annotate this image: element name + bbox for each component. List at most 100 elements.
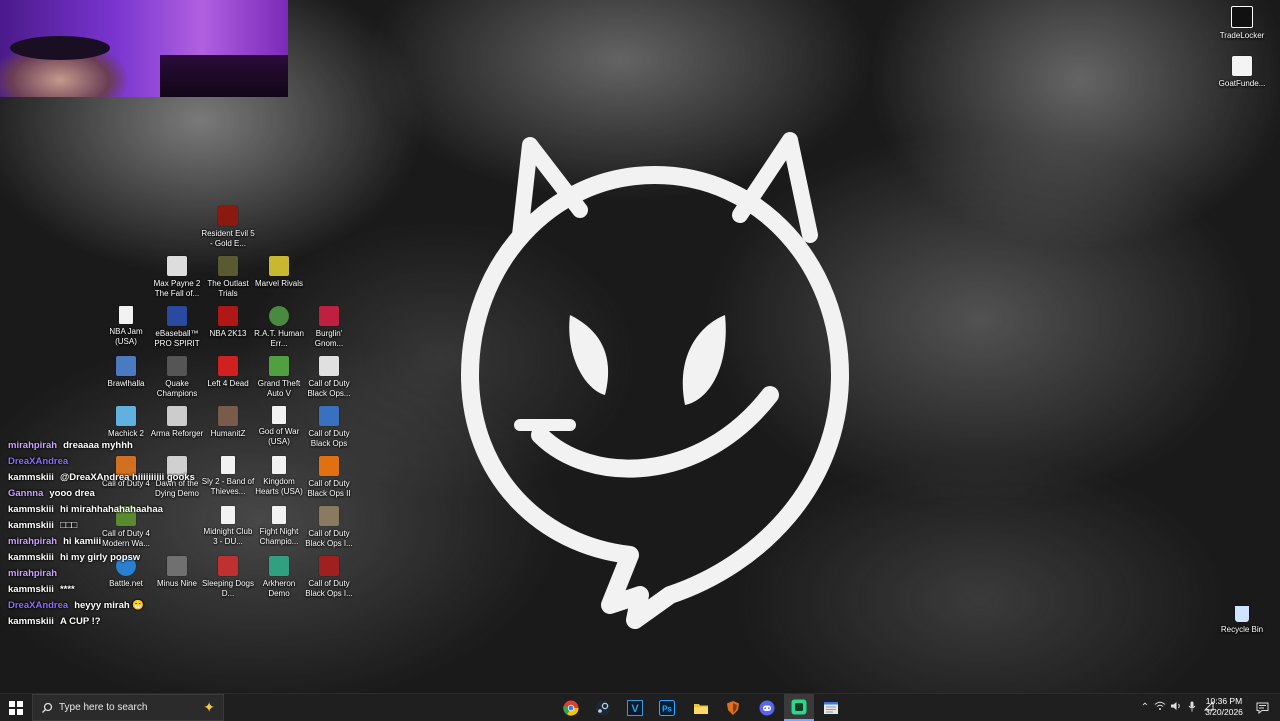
desktop-icon[interactable]: God of War (USA) (252, 406, 306, 447)
desktop-icon[interactable]: Grand Theft Auto V (252, 356, 306, 399)
desktop-icon[interactable]: Call of Duty Black Ops I... (302, 506, 356, 549)
desktop-icon-label: Call of Duty Black Ops I... (305, 579, 353, 598)
clock-time: 10:36 PM (1205, 696, 1243, 706)
webcam-hair (10, 36, 110, 60)
chat-username: mirahpirah (8, 568, 58, 579)
game-icon (167, 356, 187, 376)
photoshop-icon: Ps (659, 699, 675, 716)
desktop-icon[interactable]: Arma Reforger (150, 406, 204, 439)
wifi-icon[interactable] (1152, 701, 1168, 714)
recycle-bin-icon (1235, 606, 1249, 622)
chat-message: mirahpirah (8, 566, 248, 582)
desktop-icon-label: Max Payne 2 The Fall of... (153, 279, 201, 298)
desktop-icon[interactable]: Left 4 Dead (201, 356, 255, 389)
desktop-icon[interactable]: R.A.T. Human Err... (252, 306, 306, 349)
desktop-icon[interactable]: Arkheron Demo (252, 556, 306, 599)
desktop-icon[interactable]: Marvel Rivals (252, 256, 306, 289)
chat-text: A CUP !? (59, 616, 101, 627)
game-icon (167, 406, 187, 426)
chat-text: **** (59, 584, 75, 595)
taskbar-v-app[interactable]: V (620, 694, 650, 721)
desktop-icon[interactable]: Call of Duty Black Ops II (302, 456, 356, 499)
taskbar-steam[interactable] (588, 694, 618, 721)
taskbar-notepad[interactable] (816, 694, 846, 721)
desktop-icon[interactable]: Brawlhalla (99, 356, 153, 389)
game-icon (167, 256, 187, 276)
start-button[interactable] (0, 694, 32, 721)
taskbar-clock[interactable]: 10:36 PM 3/20/2026 (1196, 696, 1252, 718)
taskbar-streaming-app[interactable] (784, 694, 814, 721)
desktop-icon-label: Arma Reforger (150, 429, 204, 438)
discord-icon (759, 700, 775, 715)
game-icon (218, 206, 238, 226)
taskbar-shield-app[interactable] (718, 694, 748, 721)
desktop-icon-label: Call of Duty Black Ops... (307, 379, 351, 398)
desktop-icon[interactable]: eBaseball™ PRO SPIRIT (150, 306, 204, 349)
speaker-icon[interactable] (1168, 701, 1184, 714)
desktop-icon[interactable]: Max Payne 2 The Fall of... (150, 256, 204, 299)
desktop-icon-label: Arkheron Demo (262, 579, 296, 598)
search-icon (42, 702, 53, 713)
desktop-icon[interactable]: Call of Duty Black Ops I... (302, 556, 356, 599)
desktop-icon[interactable]: NBA Jam (USA) (99, 306, 153, 347)
desktop-icon[interactable]: Kingdom Hearts (USA) (252, 456, 306, 497)
desktop-icon-label: NBA Jam (USA) (109, 327, 143, 346)
chat-username: kammskiii (8, 584, 54, 595)
desktop-icon-label: Resident Evil 5 - Gold E... (201, 229, 255, 248)
chat-username: kammskiii (8, 472, 54, 483)
desktop-icon[interactable]: Burglin' Gnom... (302, 306, 356, 349)
goatfunded-icon (1232, 56, 1252, 76)
taskbar-chrome[interactable] (556, 694, 586, 721)
desktop-icon-label: Call of Duty Black Ops I... (305, 529, 353, 548)
game-icon (218, 256, 238, 276)
streaming-app-icon (791, 699, 807, 714)
desktop-icon[interactable]: NBA 2K13 (201, 306, 255, 339)
chat-username: mirahpirah (8, 536, 58, 547)
desktop-icon[interactable]: HumanitZ (201, 406, 255, 439)
taskbar-file-explorer[interactable] (686, 694, 716, 721)
desktop-icon[interactable]: Call of Duty Black Ops... (302, 356, 356, 399)
taskbar-search-box[interactable]: Type here to search ✦ (32, 694, 224, 721)
chat-text: hi mirahhahahahaahaa (59, 504, 163, 515)
game-icon (218, 356, 238, 376)
chat-username: kammskiii (8, 552, 54, 563)
game-icon (116, 406, 136, 426)
desktop-icon-tradelocker[interactable]: TradeLocker (1214, 6, 1270, 41)
notifications-button[interactable] (1250, 694, 1274, 721)
chat-message: DreaXAndrea heyyy mirah 😁 (8, 598, 248, 614)
taskbar-photoshop[interactable]: Ps (652, 694, 682, 721)
game-icon (319, 356, 339, 376)
webcam-overlay (0, 0, 288, 97)
game-icon (218, 406, 238, 426)
chat-message: mirahpirah dreaaaa myhhh (8, 438, 248, 454)
game-icon (269, 556, 289, 576)
desktop-icon[interactable]: The Outlast Trials (201, 256, 255, 299)
desktop-icon[interactable]: Resident Evil 5 - Gold E... (201, 206, 255, 249)
taskbar-discord[interactable] (752, 694, 782, 721)
chat-text: @DreaXAndrea hiiiiiiiiii gooks (59, 472, 195, 483)
chat-message: kammskiii **** (8, 582, 248, 598)
desktop-icon-recycle-bin[interactable]: Recycle Bin (1214, 606, 1270, 635)
desktop-icon-label: Recycle Bin (1220, 625, 1264, 634)
game-icon (167, 306, 187, 326)
chat-text: hi my girly popsw (59, 552, 141, 563)
desktop-icon-label: The Outlast Trials (207, 279, 249, 298)
desktop-icon-label: Brawlhalla (107, 379, 145, 388)
desktop-icon-label: Left 4 Dead (207, 379, 249, 388)
desktop-icon-label: Grand Theft Auto V (257, 379, 301, 398)
chevron-up-icon[interactable]: ⌃ (1138, 702, 1152, 713)
search-placeholder: Type here to search (59, 702, 148, 713)
desktop-icon[interactable]: Machick 2 (99, 406, 153, 439)
chat-message: kammskiii A CUP !? (8, 614, 248, 630)
game-icon (319, 556, 339, 576)
desktop-icon-label: Call of Duty Black Ops (308, 429, 350, 448)
desktop-icon[interactable]: Fight Night Champio... (252, 506, 306, 547)
chat-username: kammskiii (8, 616, 54, 627)
desktop-icon[interactable]: Call of Duty Black Ops (302, 406, 356, 449)
svg-text:Ps: Ps (662, 704, 672, 713)
desktop-icon-label: TradeLocker (1219, 31, 1265, 40)
desktop-icon-label: R.A.T. Human Err... (254, 329, 304, 348)
desktop-icon-label: GoatFunde... (1218, 79, 1266, 88)
desktop-icon[interactable]: Quake Champions (150, 356, 204, 399)
desktop-icon-goatfunded[interactable]: GoatFunde... (1214, 56, 1270, 89)
